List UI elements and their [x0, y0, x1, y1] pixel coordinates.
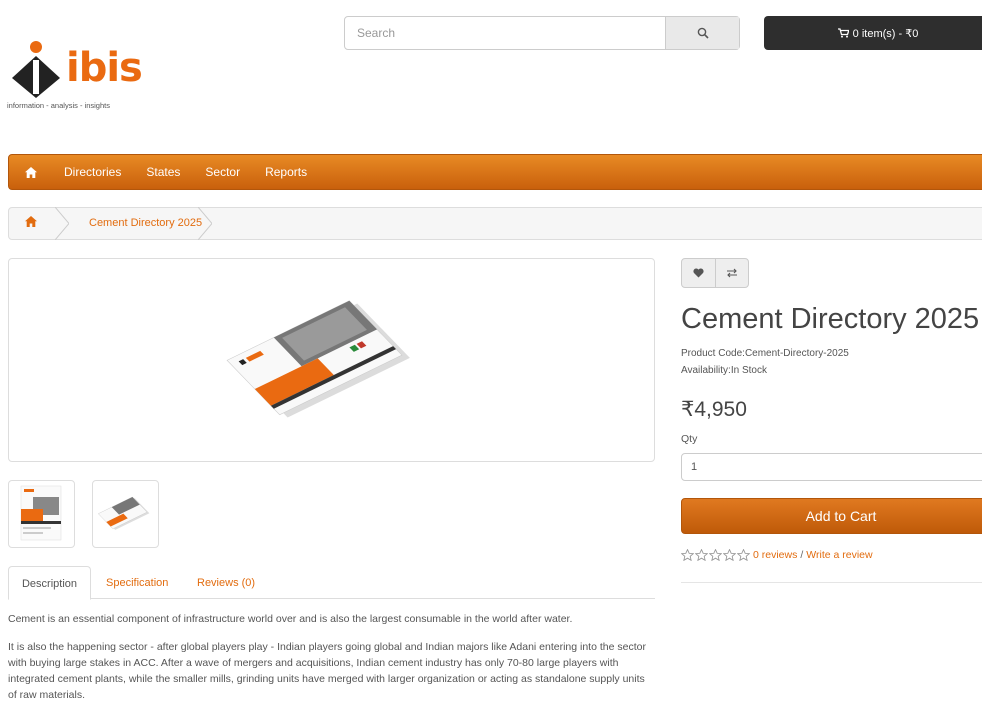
- qty-label: Qty: [681, 433, 698, 445]
- product-action-buttons: [681, 258, 749, 288]
- thumbnail-book-image: [97, 496, 150, 530]
- tab-description[interactable]: Description: [8, 566, 91, 600]
- star-empty-icon: [737, 549, 750, 561]
- logo-tagline: information - analysis - insights: [7, 101, 110, 110]
- search-input[interactable]: [345, 17, 665, 49]
- rating-separator: /: [800, 549, 804, 561]
- menu-item-sector[interactable]: Sector: [205, 165, 240, 179]
- description-paragraph: Cement is an essential component of infr…: [8, 613, 573, 625]
- search-icon: [697, 27, 709, 39]
- star-empty-icon: [709, 549, 722, 561]
- tab-specification[interactable]: Specification: [106, 566, 168, 600]
- add-to-cart-button[interactable]: Add to Cart: [681, 498, 982, 534]
- shopping-cart-icon: [837, 28, 849, 38]
- star-empty-icon: [723, 549, 736, 561]
- availability-label: Availability:: [681, 365, 731, 376]
- tab-reviews[interactable]: Reviews (0): [197, 566, 255, 600]
- quantity-input[interactable]: [681, 453, 982, 481]
- main-menu: Directories States Sector Reports: [8, 154, 982, 190]
- star-empty-icon: [695, 549, 708, 561]
- menu-item-directories[interactable]: Directories: [64, 165, 121, 179]
- product-main-image[interactable]: [8, 258, 655, 462]
- search-button[interactable]: [665, 17, 739, 49]
- product-thumbnail-1[interactable]: [8, 480, 75, 548]
- thumbnail-cover-image: [20, 485, 62, 541]
- compare-arrows-icon: [726, 268, 737, 278]
- rating-stars: [681, 549, 750, 561]
- availability-value: In Stock: [730, 365, 767, 376]
- menu-item-states[interactable]: States: [146, 165, 180, 179]
- product-code-label: Product Code:: [681, 348, 745, 359]
- compare-button[interactable]: [714, 259, 749, 287]
- cart-summary: 0 item(s) - ₹0: [852, 27, 919, 40]
- availability: Availability:In Stock: [681, 365, 767, 376]
- breadcrumb-current[interactable]: Cement Directory 2025: [89, 217, 202, 229]
- home-icon: [25, 166, 37, 178]
- description-paragraph: It is also the happening sector - after …: [8, 641, 646, 701]
- product-code-value: Cement-Directory-2025: [744, 348, 849, 359]
- product-thumbnail-2[interactable]: [92, 480, 159, 548]
- add-to-wishlist-button[interactable]: [682, 259, 715, 287]
- write-review-link[interactable]: Write a review: [806, 549, 872, 561]
- ibis-logo-icon: [12, 41, 60, 98]
- site-logo[interactable]: ibis information - analysis - insights: [6, 38, 156, 113]
- breadcrumb-home-link[interactable]: [25, 216, 37, 230]
- product-rating: 0 reviews / Write a review: [681, 549, 873, 561]
- divider: [681, 582, 982, 583]
- search-bar: [344, 16, 740, 50]
- menu-home-button[interactable]: [25, 166, 37, 178]
- home-icon: [25, 216, 37, 227]
- breadcrumb: Cement Directory 2025: [8, 207, 982, 240]
- product-tabs: Description Specification Reviews (0): [8, 566, 655, 600]
- product-price: ₹4,950: [681, 398, 747, 421]
- menu-item-reports[interactable]: Reports: [265, 165, 307, 179]
- logo-wordmark: ibis: [66, 45, 143, 91]
- cart-button[interactable]: 0 item(s) - ₹0: [764, 16, 982, 50]
- star-empty-icon: [681, 549, 694, 561]
- breadcrumb-separator: [55, 207, 69, 240]
- product-book-image: [226, 300, 410, 418]
- reviews-link[interactable]: 0 reviews: [753, 549, 797, 561]
- product-code: Product Code:Cement-Directory-2025: [681, 348, 849, 359]
- breadcrumb-separator: [198, 207, 212, 240]
- heart-icon: [693, 268, 704, 278]
- product-title: Cement Directory 2025: [681, 303, 980, 335]
